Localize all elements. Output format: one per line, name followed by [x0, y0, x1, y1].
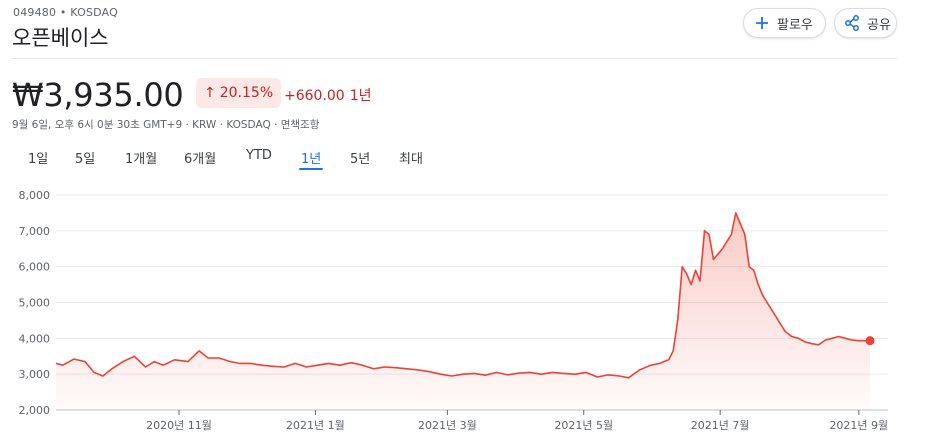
tab-6m[interactable]: 6개월 [184, 148, 216, 167]
tab-max[interactable]: 최대 [399, 148, 423, 167]
tab-1y[interactable]: 1년 [298, 148, 324, 170]
quote-meta: 9월 6일, 오후 6시 0분 30초 GMT+9 · KRW · KOSDAQ… [12, 119, 320, 131]
current-price: ₩3,935.00 [12, 76, 184, 114]
ticker-exchange: 049480 • KOSDAQ [13, 6, 118, 19]
share-button[interactable]: 공유 [834, 8, 897, 38]
price-chart[interactable]: 2,000 3,000 4,000 5,000 6,000 7,000 8,000 2020… [0, 180, 929, 443]
x-tick-label: 2021년 5월 [554, 419, 613, 432]
arrow-up-icon: ↑ [204, 85, 216, 101]
tab-5y[interactable]: 5년 [350, 148, 370, 167]
price-area-fill [56, 212, 870, 410]
x-tick-label: 2021년 9월 [829, 419, 888, 432]
y-tick-label: 2,000 [19, 404, 51, 417]
x-tick-label: 2020년 11월 [146, 419, 212, 432]
share-icon [843, 14, 861, 32]
absolute-change: +660.00 1년 [284, 85, 372, 105]
y-tick-label: 7,000 [19, 225, 51, 238]
change-period: 1년 [349, 88, 372, 104]
x-axis: 2020년 11월 2021년 1월 2021년 3월 2021년 5월 2021년 7… [146, 410, 888, 432]
x-tick-label: 2021년 1월 [286, 419, 345, 432]
absolute-change-value: +660.00 [284, 88, 345, 104]
follow-label: 팔로우 [777, 17, 813, 33]
y-tick-label: 6,000 [19, 261, 51, 274]
plus-icon [753, 14, 771, 32]
x-tick-label: 2021년 3월 [418, 419, 477, 432]
percent-change: 20.15% [219, 85, 274, 101]
follow-button[interactable]: 팔로우 [743, 8, 826, 38]
x-tick-label: 2021년 7월 [691, 419, 750, 432]
y-tick-label: 3,000 [19, 368, 51, 381]
y-tick-label: 8,000 [19, 189, 51, 202]
y-tick-label: 4,000 [19, 332, 51, 345]
last-price-dot [865, 336, 875, 346]
header-divider [12, 58, 897, 59]
tab-1m[interactable]: 1개월 [125, 148, 157, 167]
y-axis-labels: 2,000 3,000 4,000 5,000 6,000 7,000 8,000 [19, 189, 51, 417]
company-name: 오픈베이스 [12, 26, 109, 50]
share-label: 공유 [867, 17, 891, 33]
percent-change-badge: ↑ 20.15% [196, 78, 282, 108]
y-tick-label: 5,000 [19, 297, 51, 310]
tab-ytd[interactable]: YTD [246, 148, 272, 163]
tab-1d[interactable]: 1일 [28, 148, 48, 167]
tab-5d[interactable]: 5일 [75, 148, 95, 167]
